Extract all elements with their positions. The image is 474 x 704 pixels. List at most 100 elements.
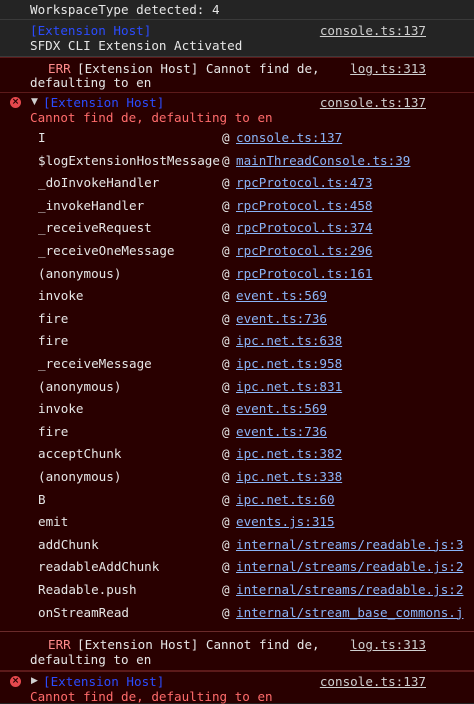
stack-frame-source-link[interactable]: ipc.net.ts:638 bbox=[236, 333, 342, 348]
stack-frame-function: acceptChunk bbox=[38, 446, 122, 462]
stack-frame-function: I bbox=[38, 130, 46, 145]
stack-frame: readableAddChunk @ internal/streams/readab… bbox=[0, 556, 474, 579]
stack-frame-function: addChunk bbox=[38, 536, 99, 552]
stack-frame: $logExtensionHostMessage @ mainThreadConso… bbox=[0, 150, 474, 173]
source-link[interactable]: log.ts:313 bbox=[350, 61, 426, 76]
stack-frame-at: @ bbox=[222, 220, 230, 236]
stack-frame-at: @ bbox=[222, 152, 230, 168]
stack-frame-source-link[interactable]: rpcProtocol.ts:161 bbox=[236, 266, 372, 281]
stack-frame-source-link[interactable]: ipc.net.ts:382 bbox=[236, 446, 342, 461]
stack-frame-source-link[interactable]: internal/streams/readable.js:3 bbox=[236, 537, 463, 552]
error-icon: × bbox=[10, 676, 21, 687]
stack-frame-function: invoke bbox=[38, 401, 84, 417]
stack-frame-source-link[interactable]: mainThreadConsole.ts:39 bbox=[236, 153, 410, 168]
source-link[interactable]: console.ts:137 bbox=[320, 23, 426, 38]
stack-frame: fire @ ipc.net.ts:638 bbox=[0, 330, 474, 353]
stack-frame-source-link[interactable]: rpcProtocol.ts:296 bbox=[236, 243, 372, 258]
stack-frame: _receiveMessage @ ipc.net.ts:958 bbox=[0, 353, 474, 376]
err-line2: defaulting to en bbox=[30, 652, 152, 667]
source-link[interactable]: console.ts:137 bbox=[320, 95, 426, 110]
stack-frame-function: B bbox=[38, 491, 46, 507]
stack-frame-at: @ bbox=[222, 310, 230, 326]
stack-frame-source-link[interactable]: ipc.net.ts:338 bbox=[236, 469, 342, 484]
err-line1: [Extension Host] Cannot find de, bbox=[77, 61, 320, 76]
source-link[interactable]: log.ts:313 bbox=[350, 637, 426, 652]
console-error-collapsed: × ▶ [Extension Host] Cannot find de, def… bbox=[0, 671, 474, 704]
stack-frame: invoke @ event.ts:569 bbox=[0, 398, 474, 421]
message-prefix: [Extension Host] bbox=[43, 95, 165, 110]
stack-frame-at: @ bbox=[222, 582, 230, 597]
stack-frame: Readable.push @ internal/streams/readable.… bbox=[0, 579, 474, 602]
stack-frame-function: (anonymous) bbox=[38, 265, 122, 281]
stack-frame-source-link[interactable]: ipc.net.ts:958 bbox=[236, 356, 342, 371]
stack-frame-function: (anonymous) bbox=[38, 469, 122, 484]
stack-frame: (anonymous) @ ipc.net.ts:338 bbox=[0, 466, 474, 489]
stack-frame-source-link[interactable]: rpcProtocol.ts:473 bbox=[236, 175, 372, 190]
stack-frame-source-link[interactable]: event.ts:569 bbox=[236, 401, 327, 416]
message-text: SFDX CLI Extension Activated bbox=[30, 38, 243, 53]
err-tag: ERR bbox=[48, 61, 71, 76]
stack-frame-at: @ bbox=[222, 491, 230, 507]
err-line2: defaulting to en bbox=[30, 75, 152, 90]
stack-frame-source-link[interactable]: ipc.net.ts:60 bbox=[236, 492, 335, 507]
stack-frame-at: @ bbox=[222, 197, 230, 213]
console-message-sfdx-activated: [Extension Host] SFDX CLI Extension Acti… bbox=[0, 20, 474, 57]
stack-frame-at: @ bbox=[222, 604, 230, 620]
err-tag: ERR bbox=[48, 637, 71, 652]
stack-frame-at: @ bbox=[222, 288, 230, 304]
expand-caret-icon[interactable]: ▶ bbox=[31, 674, 38, 689]
stack-frame-source-link[interactable]: rpcProtocol.ts:458 bbox=[236, 198, 372, 213]
console-error-log: ERR [Extension Host] Cannot find de, def… bbox=[0, 57, 474, 93]
stack-frame-function: fire bbox=[38, 310, 69, 326]
stack-frame-at: @ bbox=[222, 423, 230, 439]
stack-frame-at: @ bbox=[222, 559, 230, 575]
stack-frame-at: @ bbox=[222, 265, 230, 281]
stack-frame-source-link[interactable]: internal/streams/readable.js:2 bbox=[236, 582, 463, 597]
stack-frame-at: @ bbox=[222, 378, 230, 394]
stack-frame-source-link[interactable]: event.ts:569 bbox=[236, 288, 327, 303]
stack-frame-at: @ bbox=[222, 401, 230, 417]
stack-frame-at: @ bbox=[222, 243, 230, 258]
stack-frame: _doInvokeHandler @ rpcProtocol.ts:473 bbox=[0, 172, 474, 195]
stack-frame-function: Readable.push bbox=[38, 582, 137, 597]
stack-frame-function: _receiveRequest bbox=[38, 220, 152, 236]
stack-frame-function: readableAddChunk bbox=[38, 559, 160, 575]
stack-frame-source-link[interactable]: event.ts:736 bbox=[236, 311, 327, 326]
stack-frame-source-link[interactable]: internal/streams/readable.js:2 bbox=[236, 559, 463, 574]
stack-frame: onStreamRead @ internal/stream_base_common… bbox=[0, 602, 474, 625]
error-message: Cannot find de, defaulting to en bbox=[30, 689, 273, 704]
stack-frame-function: fire bbox=[38, 423, 69, 439]
error-icon: × bbox=[10, 97, 21, 108]
stack-frame-source-link[interactable]: rpcProtocol.ts:374 bbox=[236, 220, 372, 235]
stack-frame-source-link[interactable]: console.ts:137 bbox=[236, 130, 342, 145]
stack-frame-at: @ bbox=[222, 446, 230, 462]
source-link[interactable]: console.ts:137 bbox=[320, 674, 426, 689]
stack-frame-function: _receiveOneMessage bbox=[38, 243, 175, 258]
stack-frame-function: emit bbox=[38, 514, 69, 530]
stack-frame-at: @ bbox=[222, 333, 230, 349]
stack-frame-function: $logExtensionHostMessage bbox=[38, 152, 220, 168]
stack-frame-at: @ bbox=[222, 356, 230, 371]
stack-frame-at: @ bbox=[222, 175, 230, 191]
stack-frame: emit @ events.js:315 bbox=[0, 511, 474, 534]
stack-frame-function: _receiveMessage bbox=[38, 356, 152, 371]
console-error-log: ERR [Extension Host] Cannot find de, def… bbox=[0, 631, 474, 671]
stack-frame: I @ console.ts:137 bbox=[0, 127, 474, 150]
stack-frame-function: invoke bbox=[38, 288, 84, 304]
stack-frame: fire @ event.ts:736 bbox=[0, 421, 474, 444]
stack-frame-source-link[interactable]: internal/stream_base_commons.j bbox=[236, 605, 463, 620]
stack-frame: addChunk @ internal/streams/readable.js:3 bbox=[0, 534, 474, 557]
stack-frame-function: onStreamRead bbox=[38, 604, 129, 620]
stack-frame: _invokeHandler @ rpcProtocol.ts:458 bbox=[0, 195, 474, 218]
stack-frame-source-link[interactable]: events.js:315 bbox=[236, 514, 335, 529]
stack-frame-at: @ bbox=[222, 469, 230, 484]
stack-frame: (anonymous) @ rpcProtocol.ts:161 bbox=[0, 263, 474, 286]
stack-frame: fire @ event.ts:736 bbox=[0, 308, 474, 331]
stack-frame-source-link[interactable]: ipc.net.ts:831 bbox=[236, 379, 342, 394]
stack-frame-function: _doInvokeHandler bbox=[38, 175, 160, 191]
stack-frame-function: fire bbox=[38, 333, 69, 349]
stack-frame-source-link[interactable]: event.ts:736 bbox=[236, 424, 327, 439]
stack-frame-at: @ bbox=[222, 536, 230, 552]
console-error-expanded: × ▼ [Extension Host] Cannot find de, def… bbox=[0, 93, 474, 631]
collapse-caret-icon[interactable]: ▼ bbox=[31, 95, 38, 110]
